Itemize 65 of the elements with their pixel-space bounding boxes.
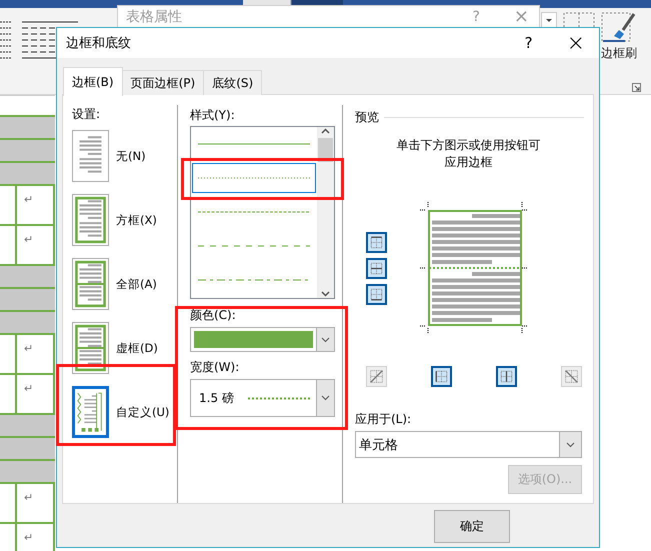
shaded-row xyxy=(0,266,55,289)
setting-option-icon[interactable] xyxy=(72,258,109,310)
setting-option-label[interactable]: 全部(A) xyxy=(116,276,157,292)
apply-to-dropdown[interactable]: 单元格 xyxy=(355,431,582,458)
border-toggle-button[interactable] xyxy=(366,284,387,305)
scroll-up-icon[interactable] xyxy=(321,127,330,136)
preview-label: 预览 xyxy=(355,109,379,126)
dialog-title: 边框和底纹 xyxy=(66,35,132,52)
paragraph-mark: ↵ xyxy=(24,343,34,355)
tab[interactable]: 页面边框(P) xyxy=(122,70,204,95)
setting-option-label[interactable]: 自定义(U) xyxy=(116,404,170,420)
close-button[interactable]: × xyxy=(566,30,585,56)
paragraph-mark: ↵ xyxy=(24,532,34,544)
shaded-row xyxy=(0,289,55,312)
border-toggle-button[interactable] xyxy=(431,366,452,387)
line-style-option[interactable] xyxy=(192,163,316,193)
shaded-row xyxy=(0,117,55,140)
color-label: 颜色(C): xyxy=(190,307,237,324)
shaded-row xyxy=(0,415,55,438)
paragraph-mark: ↵ xyxy=(24,234,34,246)
window-title: 表格属性 xyxy=(126,10,183,24)
width-dropdown[interactable]: 1.5 磅 xyxy=(190,379,335,417)
border-toggle-button[interactable] xyxy=(496,366,517,387)
help-button[interactable]: ? xyxy=(524,34,533,52)
paragraph-mark: ↵ xyxy=(24,492,34,504)
setting-option-icon[interactable] xyxy=(72,130,109,182)
width-value: 1.5 磅 xyxy=(199,390,234,406)
setting-option-label[interactable]: 虚框(D) xyxy=(116,340,158,356)
line-sample-icon xyxy=(198,210,310,214)
preview-hint: 单击下方图示或使用按钮可应用边框 xyxy=(396,137,542,171)
preview-page-drawing[interactable] xyxy=(420,202,530,334)
line-sample-icon xyxy=(198,244,310,248)
chevron-down-icon xyxy=(566,442,575,448)
line-sample-icon xyxy=(198,278,310,282)
borders-icon[interactable] xyxy=(563,12,595,27)
border-painter-label[interactable]: 边框刷 xyxy=(601,45,637,62)
dropdown-arrow-icon[interactable] xyxy=(541,12,557,27)
dialog-launcher-icon[interactable] xyxy=(632,83,641,92)
line-sample-icon xyxy=(248,396,310,400)
setting-option-label[interactable]: 无(N) xyxy=(116,148,146,164)
style-label: 样式(Y): xyxy=(190,108,235,122)
setting-option-label[interactable]: 方框(X) xyxy=(116,212,157,228)
line-sample-icon xyxy=(198,176,310,180)
apply-to-label: 应用于(L): xyxy=(355,411,412,428)
tab[interactable]: 边框(B) xyxy=(63,67,123,96)
shaded-row xyxy=(0,438,55,461)
scroll-down-icon[interactable] xyxy=(321,289,330,298)
border-toggle-button[interactable] xyxy=(366,232,387,253)
chevron-down-icon xyxy=(321,395,330,401)
border-toggle-button[interactable] xyxy=(366,258,387,279)
setting-option-icon[interactable] xyxy=(72,194,109,246)
line-sample-icon xyxy=(198,142,310,146)
tab[interactable]: 底纹(S) xyxy=(204,70,262,95)
border-painter-icon[interactable] xyxy=(601,12,637,44)
paragraph-mark: ↵ xyxy=(24,194,34,206)
setting-option-icon[interactable] xyxy=(72,386,109,438)
paragraph-mark: ↵ xyxy=(24,383,34,395)
shaded-row xyxy=(0,140,55,163)
setting-option-icon[interactable] xyxy=(72,322,109,374)
ok-button[interactable]: 确定 xyxy=(434,510,510,543)
width-label: 宽度(W): xyxy=(190,359,240,376)
color-dropdown[interactable] xyxy=(190,327,335,352)
chevron-down-icon xyxy=(321,336,330,342)
settings-label: 设置: xyxy=(72,107,100,121)
scrollbar[interactable] xyxy=(317,127,334,298)
